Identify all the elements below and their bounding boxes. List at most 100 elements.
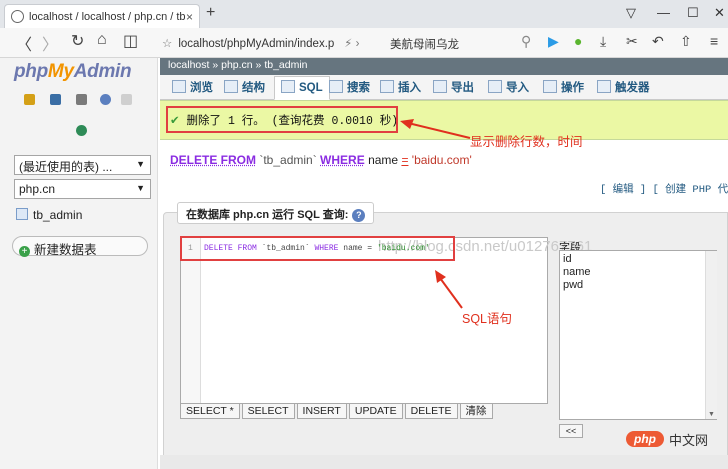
sql-operator: = xyxy=(401,153,409,167)
reader-icon[interactable]: ◫ xyxy=(123,31,138,51)
query-actions-links[interactable]: [ 编辑 ] [ 创建 PHP 代码 ] xyxy=(600,181,728,196)
field-item[interactable]: pwd xyxy=(563,279,583,291)
search-icon[interactable]: ⚲ xyxy=(521,33,531,50)
recent-tables-select[interactable]: (最近使用的表) ... ▼ xyxy=(14,155,151,175)
tab-import[interactable]: 导入 xyxy=(488,79,529,95)
delete-button[interactable]: DELETE xyxy=(404,403,458,419)
tab-title: localhost / localhost / php.cn / tb xyxy=(29,10,186,23)
tab-structure[interactable]: 结构 xyxy=(224,79,265,95)
php-cn-watermark-logo: php 中文网 xyxy=(626,428,718,450)
recent-tables-value: (最近使用的表) ... xyxy=(19,160,113,174)
insert-icon xyxy=(380,80,394,93)
tab-browse[interactable]: 浏览 xyxy=(172,79,213,95)
structure-icon xyxy=(224,80,238,93)
browse-icon xyxy=(172,80,186,93)
database-select[interactable]: php.cn ▼ xyxy=(14,179,151,199)
annotation-arrow xyxy=(435,270,463,309)
sql-panel-legend-text: 在数据库 php.cn 运行 SQL 查询: xyxy=(186,209,349,221)
browser-tab[interactable]: localhost / localhost / php.cn / tb × xyxy=(4,4,200,28)
new-table-button[interactable]: + 新建数据表 xyxy=(12,236,148,257)
table-icon xyxy=(16,208,28,220)
undo-icon[interactable]: ↶ xyxy=(652,33,664,50)
wrench-icon xyxy=(543,80,557,93)
bolt-icon: ⚡ › xyxy=(344,38,360,50)
tab-structure-label: 结构 xyxy=(242,82,265,94)
tab-insert[interactable]: 插入 xyxy=(380,79,421,95)
chevron-down-icon[interactable]: ▼ xyxy=(708,411,715,418)
maximize-button[interactable]: ☐ xyxy=(687,5,699,21)
tab-export[interactable]: 导出 xyxy=(433,79,474,95)
annotation-sql: SQL语句 xyxy=(462,312,513,326)
settings-icon[interactable] xyxy=(121,94,132,105)
docs-icon[interactable] xyxy=(76,94,87,105)
scissors-icon[interactable]: ✂ xyxy=(626,33,638,50)
download-icon[interactable]: ⤓ xyxy=(600,33,606,50)
forward-icon[interactable]: 〉 xyxy=(42,31,58,55)
back-icon[interactable]: 〈 xyxy=(16,31,32,55)
bookmark-link[interactable]: 美航母闹乌龙 xyxy=(390,36,459,52)
tab-search[interactable]: 搜索 xyxy=(329,79,370,95)
help-icon[interactable] xyxy=(100,94,111,105)
tab-operations[interactable]: 操作 xyxy=(543,79,584,95)
chat-icon[interactable]: ● xyxy=(574,33,582,49)
home-icon[interactable]: ⌂ xyxy=(97,31,107,49)
breadcrumb[interactable]: localhost » php.cn » tb_admin xyxy=(160,58,728,75)
tab-operations-label: 操作 xyxy=(561,82,584,94)
tab-insert-label: 插入 xyxy=(398,82,421,94)
search-icon xyxy=(329,80,343,93)
import-icon xyxy=(488,80,502,93)
executed-query: DELETE FROM `tb_admin` WHERE name = 'bai… xyxy=(170,153,472,167)
php-oval-logo: php xyxy=(626,431,664,447)
help-icon[interactable]: ? xyxy=(352,209,366,222)
field-item[interactable]: name xyxy=(563,266,591,278)
tab-sql-label: SQL xyxy=(299,82,323,94)
new-tab-button[interactable]: + xyxy=(206,4,215,22)
sql-field: name xyxy=(368,153,399,167)
chevron-down-icon: ▼ xyxy=(136,183,145,193)
field-item[interactable]: id xyxy=(563,253,572,265)
home-icon[interactable] xyxy=(24,94,35,105)
horizontal-scrollbar[interactable] xyxy=(160,455,728,469)
insert-field-button[interactable]: << xyxy=(559,424,583,438)
share-icon[interactable]: ⇧ xyxy=(680,33,692,50)
table-item-label: tb_admin xyxy=(33,208,83,222)
annotation-highlight-box xyxy=(180,236,455,261)
menu-icon[interactable]: ▽ xyxy=(626,5,636,21)
sql-value: 'baidu.com' xyxy=(411,153,472,167)
chevron-down-icon: ▼ xyxy=(136,159,145,169)
logo-text-php: php xyxy=(14,61,48,82)
navigation-panel xyxy=(0,58,158,469)
tab-triggers[interactable]: 触发器 xyxy=(597,79,650,95)
reload-navigation-icon[interactable] xyxy=(76,125,87,136)
reload-icon[interactable]: ↻ xyxy=(71,31,84,51)
sql-table: `tb_admin` xyxy=(259,153,317,167)
tab-browse-label: 浏览 xyxy=(190,82,213,94)
clear-button[interactable]: 清除 xyxy=(459,403,493,419)
annotation-arrow xyxy=(400,119,471,139)
insert-button[interactable]: INSERT xyxy=(296,403,347,419)
select-all-button[interactable]: SELECT * xyxy=(180,403,240,419)
phpmyadmin-logo[interactable]: phpMyAdmin xyxy=(14,61,132,83)
new-table-label: 新建数据表 xyxy=(34,243,97,257)
php-cn-text: 中文网 xyxy=(669,432,709,448)
close-window-button[interactable]: ✕ xyxy=(714,5,725,21)
address-bar[interactable]: ☆ localhost/phpMyAdmin/index.p ⚡ › xyxy=(162,36,359,50)
tab-sql[interactable]: SQL xyxy=(274,76,330,100)
sql-keyword[interactable]: WHERE xyxy=(320,153,365,167)
update-button[interactable]: UPDATE xyxy=(348,403,403,419)
hamburger-menu-icon[interactable]: ≡ xyxy=(710,33,718,49)
play-icon[interactable]: ▶ xyxy=(548,33,559,50)
minimize-button[interactable]: — xyxy=(657,5,670,20)
sql-keyword[interactable]: DELETE FROM xyxy=(170,153,256,167)
database-value: php.cn xyxy=(19,182,56,196)
select-button[interactable]: SELECT xyxy=(241,403,295,419)
globe-icon xyxy=(11,10,24,23)
tab-triggers-label: 触发器 xyxy=(615,82,650,94)
logout-icon[interactable] xyxy=(50,94,61,105)
fields-scrollbar[interactable]: ▼ xyxy=(705,251,717,419)
table-item[interactable]: tb_admin xyxy=(16,208,82,222)
logo-text-my: My xyxy=(47,61,74,82)
plus-icon: + xyxy=(19,246,30,257)
star-icon[interactable]: ☆ xyxy=(162,38,172,50)
close-tab-icon[interactable]: × xyxy=(186,10,193,24)
